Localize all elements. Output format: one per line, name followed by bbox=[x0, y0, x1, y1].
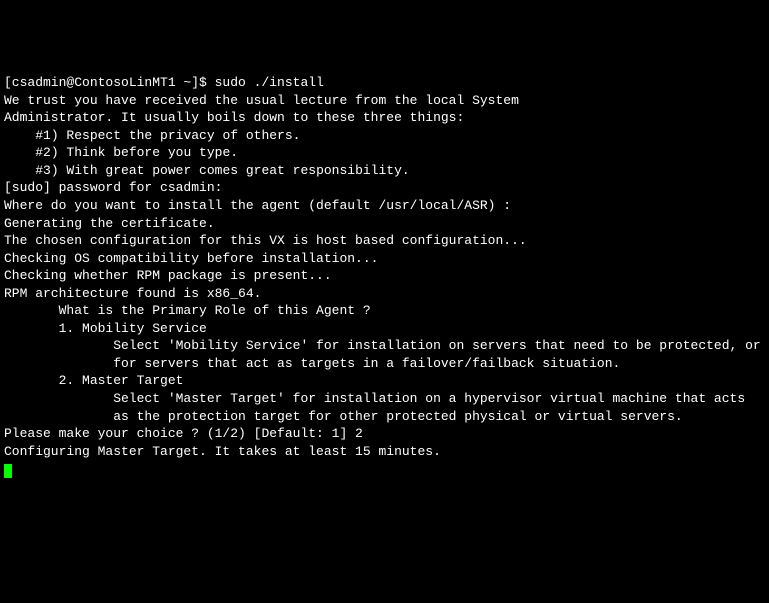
output-line: What is the Primary Role of this Agent ? bbox=[4, 302, 765, 320]
output-line: Checking OS compatibility before install… bbox=[4, 250, 765, 268]
output-line: The chosen configuration for this VX is … bbox=[4, 232, 765, 250]
output-line: Select 'Mobility Service' for installati… bbox=[4, 337, 765, 355]
cursor bbox=[4, 464, 12, 478]
output-line: Please make your choice ? (1/2) [Default… bbox=[4, 425, 765, 443]
output-line: #2) Think before you type. bbox=[4, 144, 765, 162]
output-line: Where do you want to install the agent (… bbox=[4, 197, 765, 215]
output-line: 1. Mobility Service bbox=[4, 320, 765, 338]
output-line: Checking whether RPM package is present.… bbox=[4, 267, 765, 285]
output-line: Select 'Master Target' for installation … bbox=[4, 390, 765, 408]
output-line: 2. Master Target bbox=[4, 372, 765, 390]
output-line: Administrator. It usually boils down to … bbox=[4, 109, 765, 127]
output-line: as the protection target for other prote… bbox=[4, 408, 765, 426]
output-line: #1) Respect the privacy of others. bbox=[4, 127, 765, 145]
output-line: for servers that act as targets in a fai… bbox=[4, 355, 765, 373]
output-line: RPM architecture found is x86_64. bbox=[4, 285, 765, 303]
output-line: Generating the certificate. bbox=[4, 215, 765, 233]
output-line: We trust you have received the usual lec… bbox=[4, 92, 765, 110]
command-prompt-line: [csadmin@ContosoLinMT1 ~]$ sudo ./instal… bbox=[4, 74, 765, 92]
output-line: Configuring Master Target. It takes at l… bbox=[4, 443, 765, 461]
output-line: [sudo] password for csadmin: bbox=[4, 179, 765, 197]
output-line: #3) With great power comes great respons… bbox=[4, 162, 765, 180]
terminal[interactable]: [csadmin@ContosoLinMT1 ~]$ sudo ./instal… bbox=[4, 74, 765, 478]
